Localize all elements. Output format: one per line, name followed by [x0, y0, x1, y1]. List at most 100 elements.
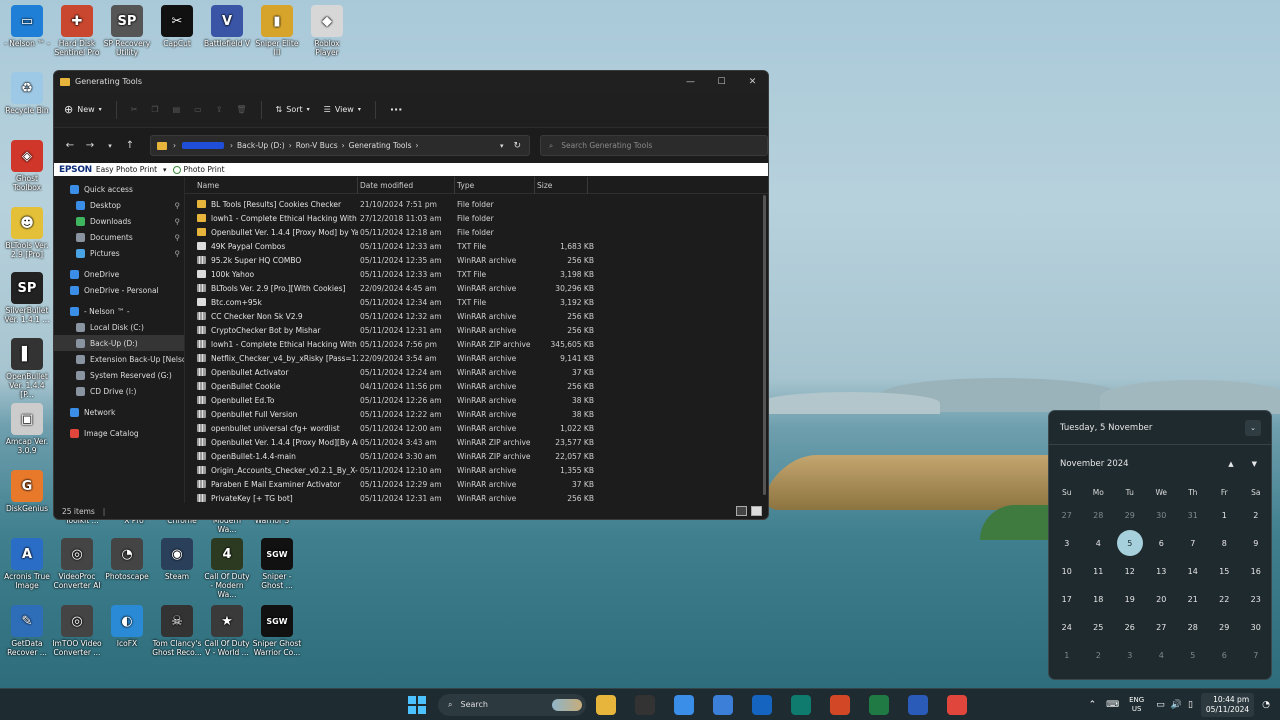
file-row[interactable]: Origin_Accounts_Checker_v0.2.1_By_X-S...…: [185, 463, 768, 477]
desktop-icon[interactable]: A Acronis True Image: [2, 538, 52, 590]
column-date-modified[interactable]: Date modified: [358, 176, 455, 194]
calendar-day[interactable]: 20: [1146, 585, 1178, 613]
calendar-day[interactable]: 28: [1083, 501, 1115, 529]
nav-item[interactable]: CD Drive (I:): [54, 383, 184, 399]
calendar-day[interactable]: 6: [1146, 529, 1178, 557]
taskbar-search[interactable]: ⌕ Search: [438, 693, 586, 716]
file-row[interactable]: Openbullet Full Version 05/11/2024 12:22 …: [185, 407, 768, 421]
cut-icon[interactable]: ✂: [131, 105, 138, 114]
calendar-day[interactable]: 7: [1240, 641, 1272, 669]
calendar-day[interactable]: 7: [1177, 529, 1209, 557]
desktop-icon[interactable]: ◔ Photoscape: [102, 538, 152, 581]
calendar-day[interactable]: 17: [1051, 585, 1083, 613]
clock[interactable]: 10:44 pm 05/11/2024: [1200, 692, 1255, 717]
calendar-day[interactable]: 13: [1146, 557, 1178, 585]
file-row[interactable]: CC Checker Non Sk V2.9 05/11/2024 12:32 a…: [185, 309, 768, 323]
desktop-icon[interactable]: ▮ Sniper Elite III: [252, 5, 302, 57]
file-row[interactable]: CryptoChecker Bot by Mishar 05/11/2024 12…: [185, 323, 768, 337]
file-row[interactable]: lowh1 - Complete Ethical Hacking With T.…: [185, 337, 768, 351]
file-row[interactable]: Paraben E Mail Examiner Activator 05/11/2…: [185, 477, 768, 491]
share-icon[interactable]: ⇪: [216, 105, 223, 114]
refresh-icon[interactable]: ↻: [513, 141, 521, 151]
publisher-icon[interactable]: [791, 694, 811, 715]
nav-item[interactable]: - Nelson ™ -: [54, 303, 184, 319]
language-indicator[interactable]: ENG US: [1129, 696, 1144, 714]
sort-button[interactable]: ⇅ Sort ▾: [276, 105, 310, 114]
calendar-day[interactable]: 26: [1114, 613, 1146, 641]
pin-icon[interactable]: ⚲: [175, 217, 181, 226]
view-button[interactable]: ☰ View ▾: [324, 105, 361, 114]
file-row[interactable]: Openbullet Ver. 1.4.4 [Proxy Mod][By An.…: [185, 435, 768, 449]
calendar-day[interactable]: 24: [1051, 613, 1083, 641]
desktop-icon[interactable]: ▣ Amcap Ver. 3.0.9: [2, 403, 52, 455]
delete-icon[interactable]: 🗑: [236, 105, 246, 114]
desktop-icon[interactable]: SGW Sniper - Ghost ...: [252, 538, 302, 590]
photo-print-button[interactable]: Photo Print: [184, 165, 225, 174]
powerpoint-icon[interactable]: [830, 694, 850, 715]
calendar-day[interactable]: 10: [1051, 557, 1083, 585]
new-button[interactable]: ⊕ New ▾: [64, 103, 102, 116]
column-type[interactable]: Type: [455, 176, 535, 194]
desktop-icon[interactable]: SGW Sniper Ghost Warrior Co...: [252, 605, 302, 657]
calendar-day[interactable]: 15: [1209, 557, 1241, 585]
calendar-day[interactable]: 3: [1114, 641, 1146, 669]
next-month-icon[interactable]: ▼: [1252, 460, 1257, 468]
nav-item[interactable]: System Reserved (G:): [54, 367, 184, 383]
file-row[interactable]: Openbullet Ed.To 05/11/2024 12:26 am WinRA…: [185, 393, 768, 407]
desktop-icon[interactable]: ◎ VideoProc Converter AI: [52, 538, 102, 590]
calendar-day-today[interactable]: 5: [1114, 529, 1146, 557]
battery-icon[interactable]: ▯: [1188, 700, 1193, 710]
forward-icon[interactable]: →: [80, 140, 100, 151]
column-size[interactable]: Size: [535, 176, 588, 194]
file-row[interactable]: BLTools Ver. 2.9 [Pro.][With Cookies] 22/…: [185, 281, 768, 295]
calendar-day[interactable]: 9: [1240, 529, 1272, 557]
breadcrumb-current[interactable]: Generating Tools: [349, 141, 412, 150]
calendar-day[interactable]: 16: [1240, 557, 1272, 585]
calendar-month-label[interactable]: November 2024: [1060, 459, 1228, 469]
network-icon[interactable]: ▭: [1156, 700, 1165, 710]
calendar-day[interactable]: 29: [1209, 613, 1241, 641]
desktop-icon[interactable]: ◆ Roblox Player: [302, 5, 352, 57]
desktop-icon[interactable]: G DiskGenius: [2, 470, 52, 513]
pin-icon[interactable]: ⚲: [175, 233, 181, 242]
nav-item[interactable]: Pictures ⚲: [54, 245, 184, 261]
desktop-icon[interactable]: ◈ Ghost Toolbox: [2, 140, 52, 192]
file-row[interactable]: 100k Yahoo 05/11/2024 12:33 am TXT File 3,1…: [185, 267, 768, 281]
previous-month-icon[interactable]: ▲: [1228, 460, 1233, 468]
calendar-day[interactable]: 25: [1083, 613, 1115, 641]
desktop-icon[interactable]: ✚ Hard Disk Sentinel Pro: [52, 5, 102, 57]
nav-item[interactable]: Downloads ⚲: [54, 213, 184, 229]
title-bar[interactable]: Generating Tools — ☐ ✕: [54, 71, 768, 92]
file-row[interactable]: Openbullet Ver. 1.4.4 [Proxy Mod] by Yas…: [185, 225, 768, 239]
desktop-icon[interactable]: 4 Call Of Duty - Modern Wa...: [202, 538, 252, 599]
desktop-icon[interactable]: ✎ GetData Recover ...: [2, 605, 52, 657]
calendar-day[interactable]: 6: [1209, 641, 1241, 669]
nav-item[interactable]: Network: [54, 404, 184, 420]
column-name[interactable]: Name: [185, 176, 358, 194]
calendar-day[interactable]: 4: [1083, 529, 1115, 557]
calendar-day[interactable]: 29: [1114, 501, 1146, 529]
desktop-icon[interactable]: ▌ OpenBullet Ver. 1.4.4 [P...: [2, 338, 52, 399]
calendar-day[interactable]: 19: [1114, 585, 1146, 613]
calendar-day[interactable]: 14: [1177, 557, 1209, 585]
address-bar[interactable]: › › Back-Up (D:) › Ron-V Bucs › Generati…: [150, 135, 530, 156]
calendar-day[interactable]: 3: [1051, 529, 1083, 557]
desktop-icon[interactable]: ★ Call Of Duty V - World ...: [202, 605, 252, 657]
maximize-icon[interactable]: ☐: [706, 77, 737, 87]
file-explorer-icon[interactable]: [596, 694, 616, 715]
chrome-icon[interactable]: [947, 694, 967, 715]
chevron-down-icon[interactable]: ▾: [163, 166, 167, 174]
file-row[interactable]: openbullet universal cfg+ wordlist 05/11/…: [185, 421, 768, 435]
nav-item[interactable]: Back-Up (D:): [54, 335, 184, 351]
recent-locations-icon[interactable]: ▾: [100, 142, 120, 150]
paste-icon[interactable]: ▤: [173, 105, 181, 114]
file-row[interactable]: 49K Paypal Combos 05/11/2024 12:33 am TXT …: [185, 239, 768, 253]
start-icon[interactable]: [408, 695, 426, 714]
calendar-day[interactable]: 12: [1114, 557, 1146, 585]
pin-icon[interactable]: ⚲: [175, 201, 181, 210]
tiles-view-icon[interactable]: [751, 506, 762, 516]
back-icon[interactable]: ←: [60, 140, 80, 151]
desktop-icon[interactable]: ☻ BLTools Ver. 2.9 [Pro]: [2, 207, 52, 259]
chevron-up-icon[interactable]: ⌃: [1089, 700, 1097, 710]
nav-item[interactable]: Desktop ⚲: [54, 197, 184, 213]
